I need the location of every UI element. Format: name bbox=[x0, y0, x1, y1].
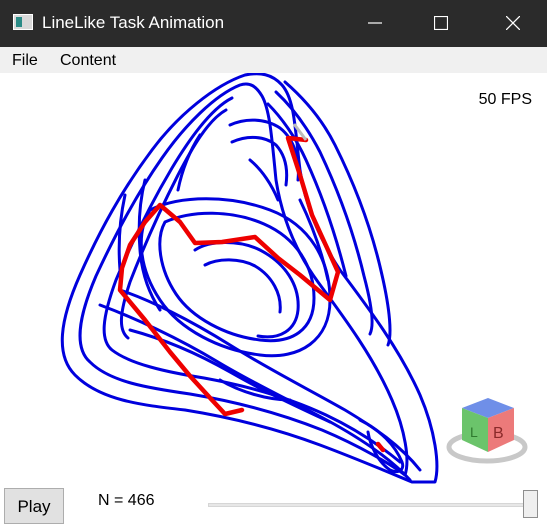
knot-drawing: L B bbox=[60, 73, 528, 484]
maximize-icon bbox=[434, 16, 448, 30]
menu-content[interactable]: Content bbox=[60, 52, 116, 70]
fps-counter: 50 FPS bbox=[478, 91, 532, 108]
control-bar: Play N = 466 bbox=[0, 485, 547, 528]
minimize-icon bbox=[368, 22, 382, 24]
maximize-button[interactable] bbox=[418, 0, 464, 47]
frame-slider-thumb[interactable] bbox=[523, 490, 538, 518]
app-icon bbox=[13, 14, 33, 30]
minimize-button[interactable] bbox=[352, 0, 398, 47]
animation-canvas[interactable]: L B 50 FPS bbox=[0, 73, 547, 485]
frame-slider-track[interactable] bbox=[208, 503, 538, 507]
window-title: LineLike Task Animation bbox=[42, 13, 225, 32]
orientation-cube-icon[interactable]: L B bbox=[446, 398, 528, 464]
menu-file[interactable]: File bbox=[12, 52, 38, 70]
close-icon bbox=[506, 16, 520, 30]
cube-left-letter: L bbox=[470, 424, 478, 440]
trace-path bbox=[117, 135, 386, 453]
knot-curves bbox=[60, 73, 439, 484]
menu-bar: File Content bbox=[0, 47, 547, 73]
cube-right-letter: B bbox=[493, 425, 504, 442]
play-button[interactable]: Play bbox=[4, 488, 64, 524]
close-button[interactable] bbox=[490, 0, 536, 47]
title-bar: LineLike Task Animation bbox=[0, 0, 547, 47]
n-counter: N = 466 bbox=[98, 492, 155, 509]
